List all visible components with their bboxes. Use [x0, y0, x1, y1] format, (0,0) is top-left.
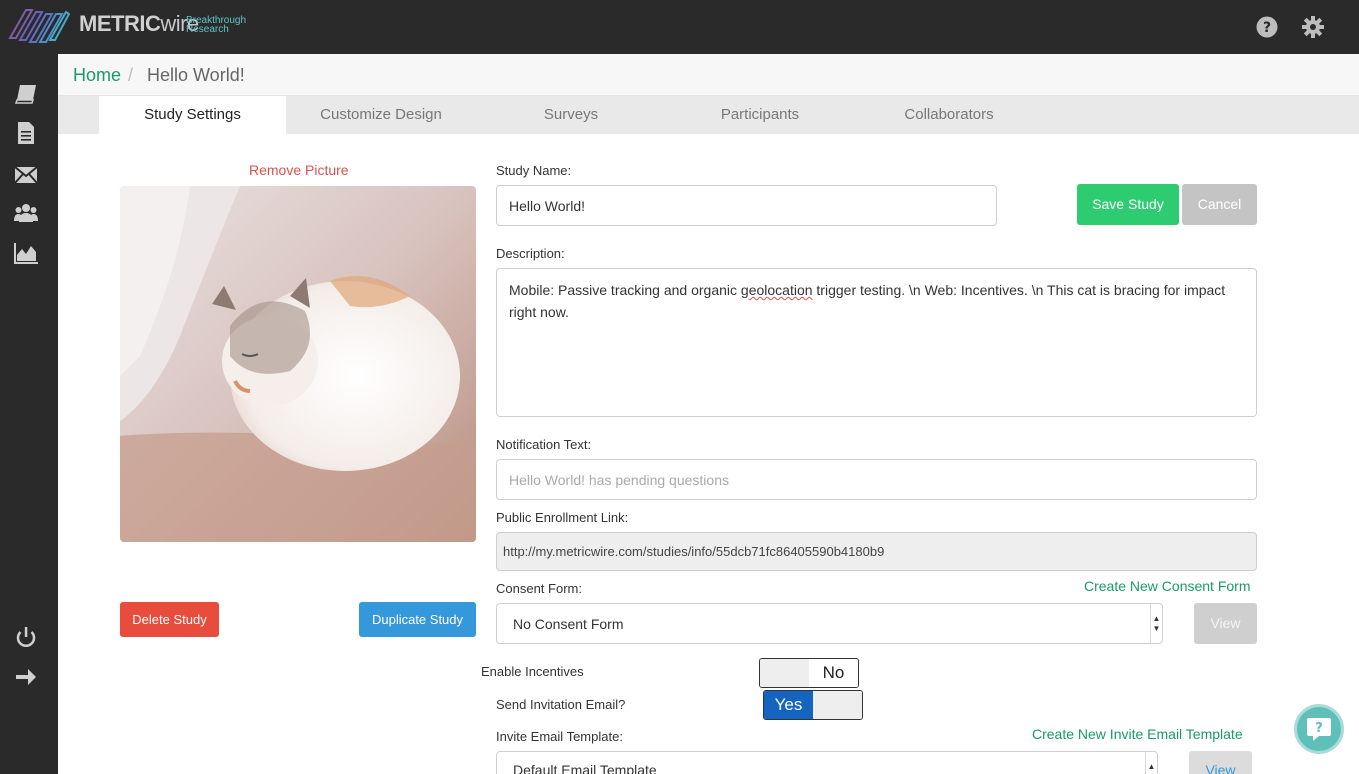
breadcrumb: Home / Hello World!	[58, 54, 1359, 96]
breadcrumb-separator: /	[128, 65, 134, 85]
notification-text-input[interactable]: Hello World! has pending questions	[496, 459, 1257, 500]
brand-name: METRICwire	[79, 11, 199, 36]
description-textarea[interactable]: Mobile: Passive tracking and organic geo…	[496, 268, 1257, 417]
enrollment-link-label: Public Enrollment Link:	[496, 510, 629, 525]
svg-text:?: ?	[1263, 20, 1271, 36]
brand-tagline: Breakthrough Research	[186, 15, 247, 35]
tab-study-settings[interactable]: Study Settings	[99, 96, 286, 134]
consent-form-label: Consent Form:	[496, 581, 582, 596]
select-arrows-icon: ▲▼	[1145, 752, 1157, 774]
invite-template-label: Invite Email Template:	[496, 729, 623, 744]
metricwire-logo[interactable]	[8, 6, 70, 44]
view-invite-template-button[interactable]: View	[1189, 751, 1252, 774]
document-icon[interactable]	[14, 122, 38, 144]
consent-form-select[interactable]: No Consent Form ▲ ▼	[496, 603, 1163, 644]
envelope-icon[interactable]	[14, 164, 38, 186]
cancel-button[interactable]: Cancel	[1182, 184, 1257, 225]
tab-collaborators[interactable]: Collaborators	[854, 96, 1044, 134]
toggle-no-label: No	[809, 659, 858, 687]
select-arrows-icon: ▲▼	[1150, 604, 1162, 643]
chat-help-icon: ?	[1307, 718, 1331, 741]
book-icon[interactable]	[14, 83, 38, 105]
power-icon[interactable]	[14, 627, 38, 649]
incentives-toggle[interactable]: No	[759, 658, 859, 688]
toggle-blank	[813, 691, 862, 719]
create-invite-template-link[interactable]: Create New Invite Email Template	[1032, 726, 1243, 742]
study-name-label: Study Name:	[496, 163, 572, 178]
breadcrumb-current: Hello World!	[147, 65, 245, 85]
tab-customize-design[interactable]: Customize Design	[286, 96, 476, 134]
support-chat-button[interactable]: ?	[1294, 704, 1344, 754]
study-name-input[interactable]: Hello World!	[496, 185, 997, 226]
invitation-email-toggle[interactable]: Yes	[763, 690, 863, 720]
invite-template-select[interactable]: Default Email Template ▲▼	[496, 751, 1158, 774]
duplicate-study-button[interactable]: Duplicate Study	[359, 602, 476, 637]
breadcrumb-home-link[interactable]: Home	[73, 65, 121, 86]
tab-participants[interactable]: Participants	[666, 96, 854, 134]
study-picture	[120, 186, 476, 542]
save-study-button[interactable]: Save Study	[1077, 184, 1179, 225]
tab-bar: Study Settings Customize Design Surveys …	[58, 96, 1359, 134]
send-invitation-email-label: Send Invitation Email?	[496, 697, 626, 712]
gear-icon[interactable]	[1302, 16, 1324, 38]
toggle-blank	[760, 659, 809, 687]
description-label: Description:	[496, 246, 565, 261]
notification-text-label: Notification Text:	[496, 437, 592, 452]
arrow-right-icon[interactable]	[14, 666, 38, 688]
svg-text:?: ?	[1315, 721, 1323, 736]
create-consent-form-link[interactable]: Create New Consent Form	[1084, 578, 1251, 594]
chart-icon[interactable]	[14, 242, 38, 264]
toggle-yes-label: Yes	[764, 691, 813, 719]
enrollment-link-field[interactable]: http://my.metricwire.com/studies/info/55…	[496, 532, 1257, 571]
top-navbar: METRICwire Breakthrough Research ?	[0, 0, 1359, 54]
tab-surveys[interactable]: Surveys	[476, 96, 666, 134]
remove-picture-link[interactable]: Remove Picture	[249, 162, 349, 178]
view-consent-button[interactable]: View	[1194, 603, 1257, 644]
users-icon[interactable]	[14, 202, 38, 224]
left-sidebar	[0, 54, 58, 774]
help-icon[interactable]: ?	[1256, 16, 1278, 38]
misspelled-word: geolocation	[740, 282, 813, 298]
enable-incentives-label: Enable Incentives	[481, 664, 584, 679]
delete-study-button[interactable]: Delete Study	[120, 602, 219, 637]
